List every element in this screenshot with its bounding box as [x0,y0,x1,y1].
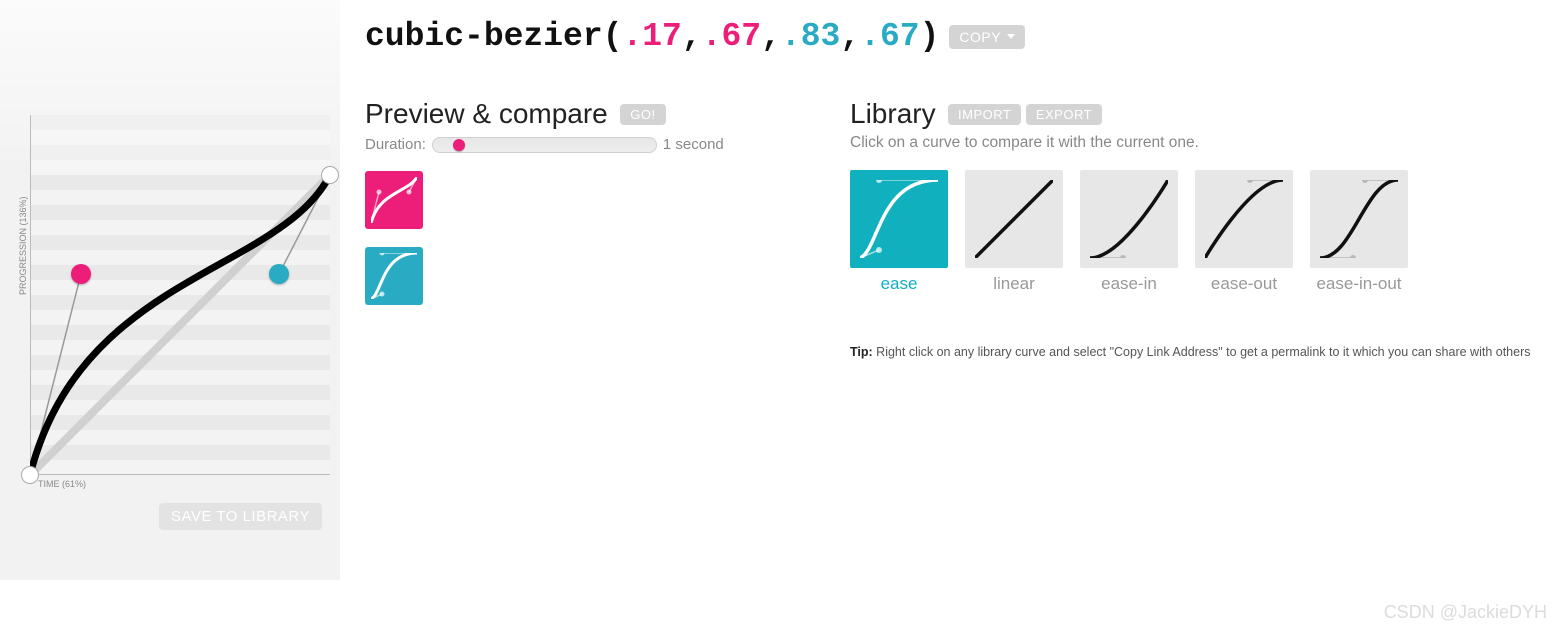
chevron-down-icon [1007,34,1015,39]
slider-knob[interactable] [453,139,465,151]
p2y-value: .67 [860,18,919,55]
endpoint-start [21,466,39,484]
curve-editor-panel: PROGRESSION (136%) TIME (61%) SAVE TO LI… [0,0,340,580]
library-item-ease[interactable]: ease [850,170,948,294]
duration-label: Duration: [365,136,426,153]
curve-svg [30,115,330,535]
library-item-ease-out[interactable]: ease-out [1195,170,1293,294]
import-button[interactable]: IMPORT [948,104,1021,125]
formula-suffix: ) [920,18,940,55]
handle-p1[interactable] [71,264,91,284]
library-helper: Click on a curve to compare it with the … [850,134,1550,152]
watermark: CSDN @JackieDYH [1384,602,1547,623]
p1x-value: .17 [622,18,681,55]
handle-p2[interactable] [269,264,289,284]
library-item-label: ease-out [1195,274,1293,294]
preview-heading: Preview & compare [365,98,608,130]
library-grid: ease linear ease-in ease-out ease-in-out [850,170,1550,294]
library-item-ease-in-out[interactable]: ease-in-out [1310,170,1408,294]
endpoint-end [321,166,339,184]
copy-button[interactable]: COPY [949,25,1025,49]
go-button[interactable]: GO! [620,104,665,125]
library-item-label: ease-in-out [1310,274,1408,294]
preview-section: Preview & compare GO! Duration: 1 second [365,98,825,315]
bezier-formula: cubic-bezier(.17,.67,.83,.67) COPY [365,18,1025,55]
copy-label: COPY [959,29,1001,45]
export-button[interactable]: EXPORT [1026,104,1102,125]
formula-prefix: cubic-bezier( [365,18,622,55]
library-heading: Library [850,98,936,130]
preview-current-curve[interactable] [365,171,423,229]
duration-value: 1 second [663,136,724,153]
p2x-value: .83 [781,18,840,55]
library-item-label: ease-in [1080,274,1178,294]
library-section: Library IMPORT EXPORT Click on a curve t… [850,98,1550,294]
curve-editor[interactable]: PROGRESSION (136%) TIME (61%) [30,175,330,475]
save-to-library-button[interactable]: SAVE TO LIBRARY [159,503,322,530]
library-item-ease-in[interactable]: ease-in [1080,170,1178,294]
library-tip: Tip: Right click on any library curve an… [850,345,1531,359]
library-item-linear[interactable]: linear [965,170,1063,294]
preview-compare-curve[interactable] [365,247,423,305]
y-axis-label: PROGRESSION (136%) [18,196,28,295]
p1y-value: .67 [702,18,761,55]
library-item-label: ease [850,274,948,294]
library-item-label: linear [965,274,1063,294]
duration-slider[interactable] [432,137,657,153]
